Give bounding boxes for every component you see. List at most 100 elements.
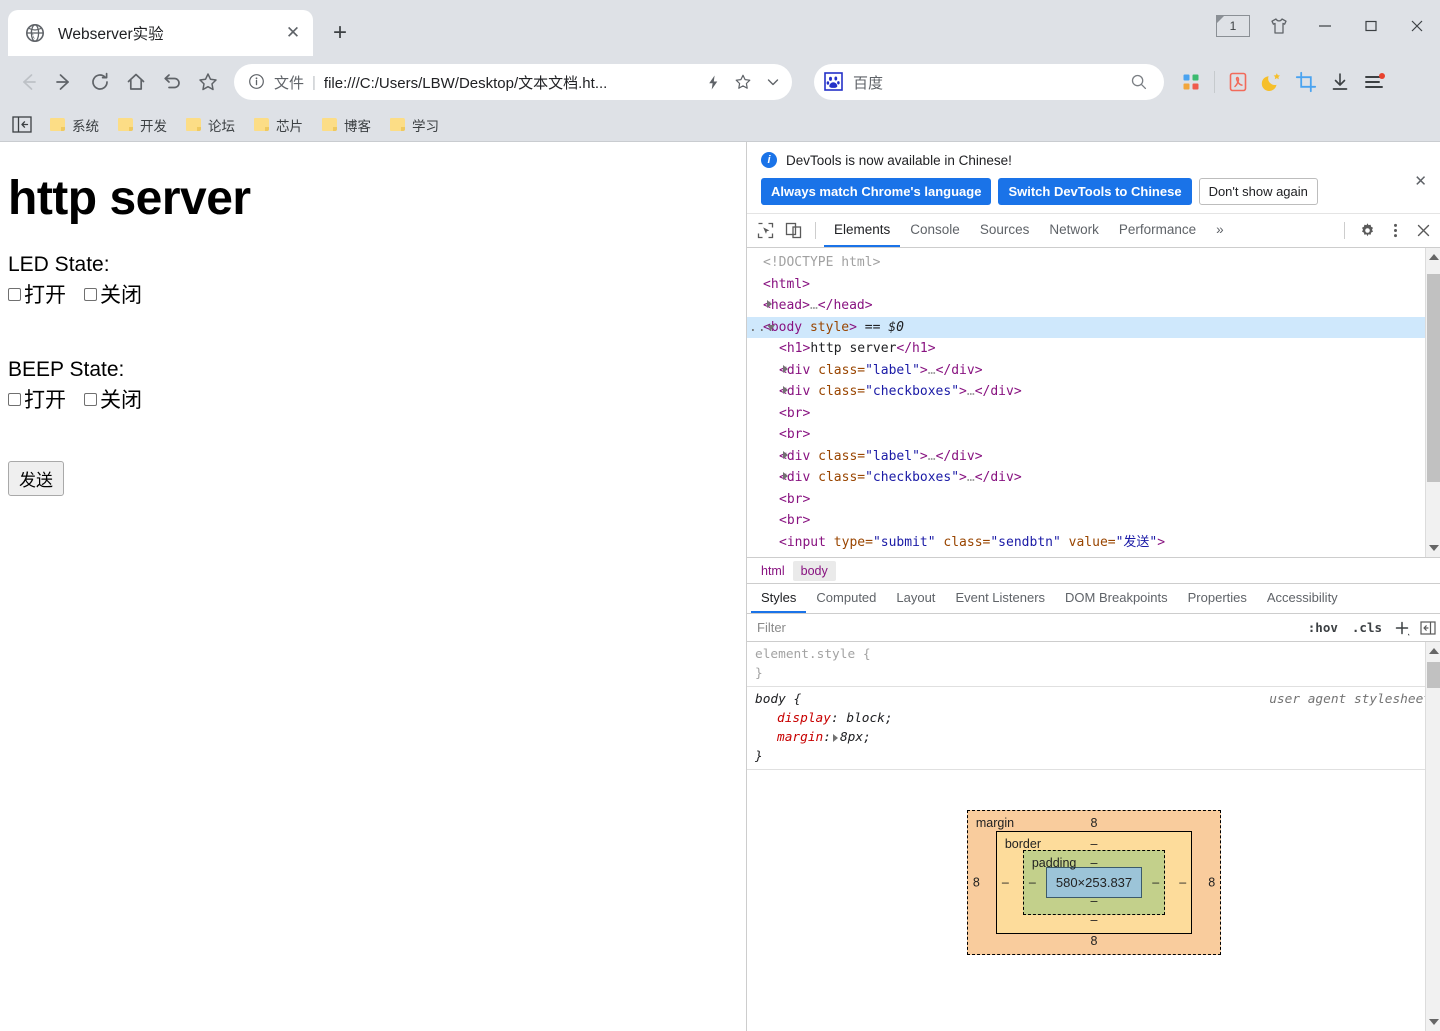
tab-properties[interactable]: Properties (1178, 584, 1257, 613)
padding-top-value[interactable]: – (1091, 854, 1098, 873)
scroll-up-icon[interactable] (1429, 648, 1439, 654)
expand-triangle-icon[interactable] (832, 733, 838, 742)
gear-icon[interactable] (1353, 217, 1381, 245)
checkbox-icon[interactable] (84, 287, 97, 301)
expand-triangle-icon[interactable] (783, 386, 788, 394)
scroll-up-icon[interactable] (1429, 254, 1439, 260)
margin-left-value[interactable]: 8 (973, 873, 980, 892)
scrollbar-thumb[interactable] (1427, 274, 1440, 482)
checkbox-icon[interactable] (84, 392, 97, 406)
box-model-padding[interactable]: padding – – – – 580×253.837 (1022, 850, 1166, 915)
tab-dom-breakpoints[interactable]: DOM Breakpoints (1055, 584, 1178, 613)
dom-node[interactable]: <div class="label">…</div> (747, 360, 1440, 382)
minimize-button[interactable] (1302, 0, 1348, 52)
declaration-margin[interactable]: margin: 8px; (755, 728, 1433, 747)
padding-left-value[interactable]: – (1029, 873, 1036, 892)
sidebar-toggle-icon[interactable] (8, 113, 36, 137)
star-icon[interactable] (728, 67, 758, 97)
maximize-button[interactable] (1348, 0, 1394, 52)
dom-node[interactable]: <div class="checkboxes">…</div> (747, 381, 1440, 403)
dom-node[interactable]: <br> (747, 510, 1440, 532)
dom-tree[interactable]: <!DOCTYPE html> <html> <head>…</head>... <b… (747, 248, 1440, 558)
hov-button[interactable]: :hov (1301, 620, 1345, 635)
breadcrumb-html[interactable]: html (753, 561, 793, 581)
style-rule-body[interactable]: user agent stylesheet body { display: bl… (747, 687, 1440, 770)
tab-network[interactable]: Network (1039, 214, 1109, 247)
back-button[interactable] (10, 64, 46, 100)
close-icon[interactable] (1409, 217, 1437, 245)
magnifier-icon[interactable] (1124, 67, 1154, 97)
checkbox-icon[interactable] (8, 287, 21, 301)
search-box[interactable]: 百度 (814, 64, 1164, 100)
beep-off-option[interactable]: 关闭 (84, 384, 142, 414)
inspect-cursor-icon[interactable] (751, 217, 779, 245)
tshirt-icon[interactable] (1256, 0, 1302, 52)
panel-toggle-icon[interactable] (1415, 616, 1440, 640)
tab-close-icon[interactable]: ✕ (279, 19, 307, 47)
chevron-down-icon[interactable] (758, 67, 788, 97)
dom-node[interactable]: <!DOCTYPE html> (747, 252, 1440, 274)
style-rule-element[interactable]: element.style { } (747, 642, 1440, 687)
dom-node[interactable]: <html> (747, 274, 1440, 296)
browser-tab[interactable]: Webserver实验 ✕ (8, 10, 313, 56)
tab-accessibility[interactable]: Accessibility (1257, 584, 1348, 613)
margin-bottom-value[interactable]: 8 (1091, 932, 1098, 951)
dom-node[interactable]: <div class="label">…</div> (747, 446, 1440, 468)
scroll-down-icon[interactable] (1429, 545, 1439, 551)
box-model-margin[interactable]: margin 8 8 8 8 border – – – – padding – … (966, 810, 1222, 955)
tab-event-listeners[interactable]: Event Listeners (945, 584, 1055, 613)
led-on-option[interactable]: 打开 (8, 279, 66, 309)
tab-elements[interactable]: Elements (824, 214, 901, 247)
styles-scrollbar[interactable] (1425, 642, 1440, 1031)
dont-show-again-button[interactable]: Don't show again (1198, 178, 1318, 205)
device-toolbar-icon[interactable] (779, 217, 807, 245)
download-icon[interactable] (1323, 65, 1357, 99)
expand-triangle-icon[interactable] (783, 472, 788, 480)
styles-filter-input[interactable]: Filter (747, 620, 1301, 635)
collapse-triangle-icon[interactable] (767, 324, 775, 334)
breadcrumb-body[interactable]: body (792, 560, 836, 581)
dom-node[interactable]: <br> (747, 403, 1440, 425)
always-match-language-button[interactable]: Always match Chrome's language (761, 178, 992, 205)
tab-computed[interactable]: Computed (806, 584, 886, 613)
apps-grid-icon[interactable] (1174, 65, 1208, 99)
notice-close-icon[interactable]: ✕ (1414, 172, 1427, 190)
dom-node[interactable]: <br> (747, 489, 1440, 511)
padding-bottom-value[interactable]: – (1091, 892, 1098, 911)
reload-button[interactable] (82, 64, 118, 100)
declaration-display[interactable]: display: block; (755, 709, 1433, 728)
bookmark-item[interactable]: 博客 (314, 112, 379, 138)
led-off-option[interactable]: 关闭 (84, 279, 142, 309)
bookmark-star-icon[interactable] (190, 64, 226, 100)
border-left-value[interactable]: – (1002, 873, 1009, 892)
border-right-value[interactable]: – (1179, 873, 1186, 892)
lightning-icon[interactable] (698, 67, 728, 97)
address-bar[interactable]: 文件 | file:///C:/Users/LBW/Desktop/文本文档.h… (234, 64, 792, 100)
tab-console[interactable]: Console (900, 214, 970, 247)
dom-node[interactable]: <div class="checkboxes">…</div> (747, 467, 1440, 489)
cls-button[interactable]: .cls (1345, 620, 1389, 635)
more-vertical-icon[interactable] (1381, 217, 1409, 245)
dom-node[interactable]: <br> (747, 424, 1440, 446)
pdf-icon[interactable] (1221, 65, 1255, 99)
scrollbar-thumb[interactable] (1427, 662, 1440, 688)
moon-star-icon[interactable] (1255, 65, 1289, 99)
bookmark-item[interactable]: 论坛 (178, 112, 243, 138)
tab-count-badge[interactable]: 1 (1210, 0, 1256, 52)
expand-triangle-icon[interactable] (783, 450, 788, 459)
dom-node[interactable]: <head>…</head> (747, 295, 1440, 317)
bookmark-item[interactable]: 系统 (42, 112, 107, 138)
property-value[interactable]: block (846, 711, 885, 726)
forward-button[interactable] (46, 64, 82, 100)
scroll-down-icon[interactable] (1429, 1019, 1439, 1025)
dom-node[interactable]: <h1>http server</h1> (747, 338, 1440, 360)
history-back-icon[interactable] (154, 64, 190, 100)
new-style-rule-button[interactable] (1389, 616, 1415, 640)
dom-node[interactable]: <input type="submit" class="sendbtn" val… (747, 532, 1440, 554)
tab-performance[interactable]: Performance (1109, 214, 1206, 247)
box-model-border[interactable]: border – – – – padding – – – – 580×253.8… (995, 831, 1193, 934)
tab-styles[interactable]: Styles (751, 584, 807, 613)
expand-triangle-icon[interactable] (783, 364, 788, 373)
margin-right-value[interactable]: 8 (1208, 873, 1215, 892)
padding-right-value[interactable]: – (1152, 873, 1159, 892)
